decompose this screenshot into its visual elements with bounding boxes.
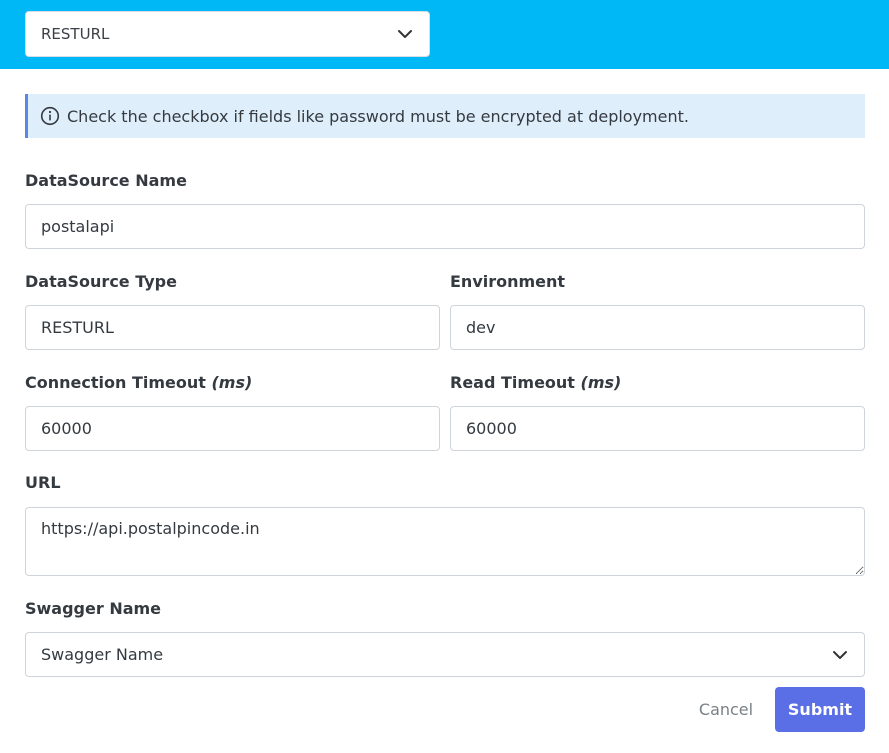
read-timeout-input[interactable] xyxy=(450,406,865,451)
read-timeout-unit: (ms) xyxy=(580,373,622,392)
url-textarea[interactable]: https://api.postalpincode.in xyxy=(25,507,865,576)
datasource-type-label-text: DataSource Type xyxy=(25,272,177,291)
datasource-type-input[interactable] xyxy=(25,305,440,350)
url-label: URL xyxy=(25,473,61,492)
header-bar: RESTURL xyxy=(0,0,889,69)
datasource-type-select[interactable]: RESTURL xyxy=(25,11,430,57)
datasource-name-label-text: DataSource Name xyxy=(25,171,187,190)
datasource-name-label: DataSource Name xyxy=(25,171,187,190)
environment-label-text: Environment xyxy=(450,272,566,291)
connection-timeout-input[interactable] xyxy=(25,406,440,451)
read-timeout-label: Read Timeout (ms) xyxy=(450,373,621,392)
datasource-name-input[interactable] xyxy=(25,204,865,249)
swagger-name-label: Swagger Name xyxy=(25,599,161,618)
read-timeout-label-text: Read Timeout xyxy=(450,373,575,392)
environment-input[interactable] xyxy=(450,305,865,350)
info-banner: Check the checkbox if fields like passwo… xyxy=(25,94,865,138)
connection-timeout-label-text: Connection Timeout xyxy=(25,373,206,392)
datasource-type-label: DataSource Type xyxy=(25,272,177,291)
connection-timeout-label: Connection Timeout (ms) xyxy=(25,373,252,392)
info-circle-icon xyxy=(40,106,60,126)
cancel-button[interactable]: Cancel xyxy=(683,687,769,732)
submit-button[interactable]: Submit xyxy=(775,687,865,732)
chevron-down-icon xyxy=(833,650,847,659)
swagger-name-select-value: Swagger Name xyxy=(41,645,164,664)
datasource-type-select-value: RESTURL xyxy=(41,25,110,43)
swagger-name-label-text: Swagger Name xyxy=(25,599,162,618)
chevron-down-icon xyxy=(398,30,412,38)
url-label-text: URL xyxy=(25,473,61,492)
environment-label: Environment xyxy=(450,272,565,291)
swagger-name-select[interactable]: Swagger Name xyxy=(25,632,865,677)
connection-timeout-unit: (ms) xyxy=(211,373,253,392)
info-banner-text: Check the checkbox if fields like passwo… xyxy=(67,106,689,126)
